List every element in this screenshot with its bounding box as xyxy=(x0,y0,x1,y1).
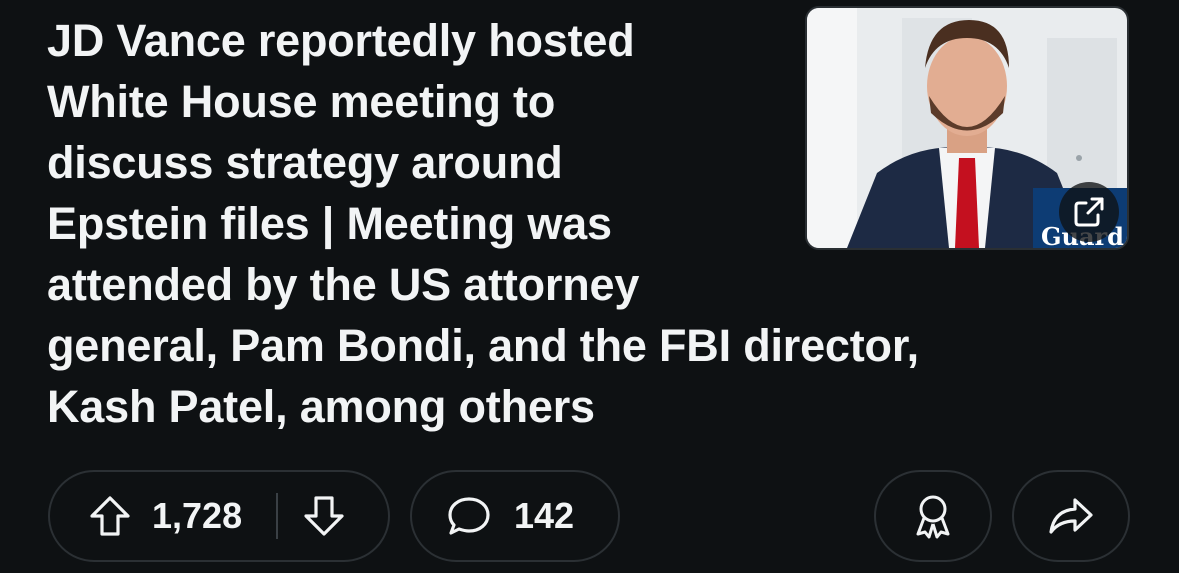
share-button[interactable] xyxy=(1012,470,1130,562)
speech-bubble-icon xyxy=(446,494,492,538)
arrow-up-icon xyxy=(90,496,130,536)
external-link-icon xyxy=(1074,197,1104,227)
arrow-down-icon xyxy=(304,496,344,536)
vote-divider xyxy=(276,493,279,539)
comments-button[interactable]: 142 xyxy=(410,470,620,562)
downvote-button[interactable] xyxy=(302,494,346,538)
upvote-count: 1,728 xyxy=(152,495,243,536)
comment-count: 142 xyxy=(514,495,575,536)
vote-bar: 1,728 xyxy=(48,470,390,562)
post-thumbnail[interactable]: Guard xyxy=(805,6,1129,250)
upvote-button[interactable] xyxy=(88,494,132,538)
award-button[interactable] xyxy=(874,470,992,562)
share-arrow-icon xyxy=(1047,494,1095,538)
award-ribbon-icon xyxy=(911,492,955,540)
open-link-button[interactable] xyxy=(1059,182,1119,242)
